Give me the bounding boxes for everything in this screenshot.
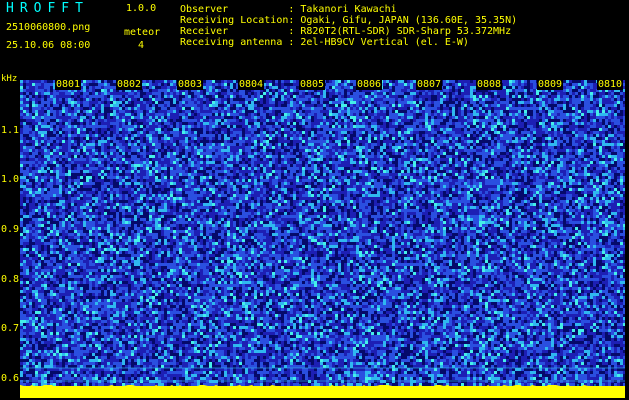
y-tick-label: 0.6 (1, 373, 20, 384)
y-tick-label: 0.8 (1, 274, 20, 285)
app-version: 1.0.0 (126, 3, 157, 14)
info-key: Receiver (180, 26, 229, 37)
info-row-location: Receiving Location : Ogaki, Gifu, JAPAN … (180, 15, 517, 26)
x-tick-label: 0810 (597, 79, 624, 90)
info-key: Receiving antenna (180, 37, 283, 48)
file-datetime: 25.10.06 08:00 (6, 40, 91, 51)
info-value: 2el-HB9CV Vertical (el. E-W) (300, 37, 469, 48)
info-separator: : (288, 26, 295, 37)
x-tick-label: 0805 (299, 79, 326, 90)
file-name: 2510060800.png (6, 22, 91, 33)
app-title: HROFFT (6, 1, 89, 16)
spectrogram-canvas (20, 80, 625, 398)
y-tick-label: 0.7 (1, 323, 20, 334)
info-row-antenna: Receiving antenna : 2el-HB9CV Vertical (… (180, 37, 517, 48)
info-separator: : (288, 15, 295, 26)
info-key: Receiving Location (180, 15, 289, 26)
meteor-label: meteor (124, 27, 161, 38)
info-value: Ogaki, Gifu, JAPAN (136.60E, 35.35N) (300, 15, 518, 26)
info-separator: : (288, 37, 295, 48)
header: HROFFT 1.0.0 2510060800.png 25.10.06 08:… (0, 0, 629, 78)
info-value: Takanori Kawachi (300, 4, 397, 15)
frequency-unit: kHz (1, 74, 18, 84)
meteor-count: 4 (138, 40, 145, 51)
info-value: R820T2(RTL-SDR) SDR-Sharp 53.372MHz (300, 26, 512, 37)
info-row-receiver: Receiver : R820T2(RTL-SDR) SDR-Sharp 53.… (180, 26, 517, 37)
x-tick-label: 0808 (476, 79, 503, 90)
station-info: Observer : Takanori Kawachi Receiving Lo… (180, 4, 517, 48)
x-tick-label: 0803 (177, 79, 204, 90)
info-separator: : (288, 4, 295, 15)
x-tick-label: 0801 (55, 79, 82, 90)
x-tick-label: 0809 (537, 79, 564, 90)
x-tick-label: 0804 (238, 79, 265, 90)
baseline-band (20, 386, 625, 398)
x-tick-label: 0806 (356, 79, 383, 90)
info-key: Observer (180, 4, 229, 15)
y-tick-label: 1.0 (1, 174, 20, 185)
info-row-observer: Observer : Takanori Kawachi (180, 4, 517, 15)
y-tick-label: 1.1 (1, 125, 20, 136)
x-tick-label: 0802 (116, 79, 143, 90)
x-tick-label: 0807 (416, 79, 443, 90)
y-tick-label: 0.9 (1, 224, 20, 235)
spectrogram-waterfall[interactable] (20, 80, 625, 398)
